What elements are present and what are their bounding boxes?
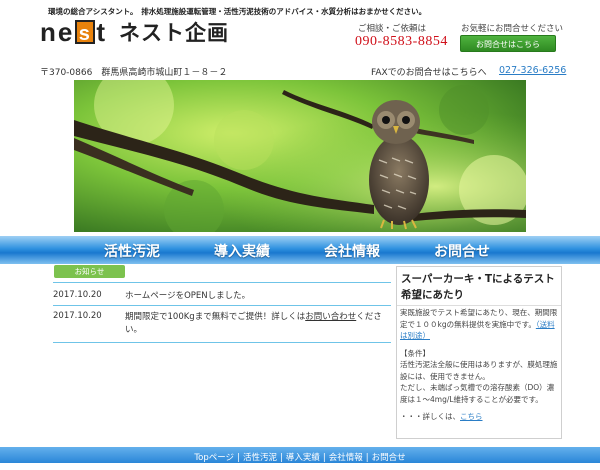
tagline: 環境の総合アシスタント。 排水処理施設運転管理・活性汚泥技術のアドバイス・水質分…: [48, 7, 427, 16]
hero-owl-image: [74, 80, 526, 232]
news-date: 2017.10.20: [53, 311, 102, 321]
fax-number-link[interactable]: 027-326-6256: [499, 65, 566, 76]
news-item: 2017.10.20 期間限定で100Kgまで無料でご提供！詳しくはお問い合わせ…: [53, 311, 391, 339]
nav-item-results[interactable]: 導入実績: [214, 241, 270, 261]
sidebar-more-link[interactable]: こちら: [460, 412, 483, 421]
news-date: 2017.10.20: [53, 290, 102, 300]
casual-inquiry-label: お気軽にお問合せください: [461, 24, 564, 34]
news-text-before: 期間限定で100Kgまで無料でご提供！詳しくは: [125, 312, 306, 322]
news-text: 期間限定で100Kgまで無料でご提供！詳しくはお問い合わせください。: [125, 311, 387, 337]
sidebar-divider: [397, 305, 561, 306]
news-divider: [53, 282, 391, 283]
sidebar-title: スーパーカーキ・Tによるテスト希望にあたり: [401, 273, 555, 301]
sidebar-condition-2: ただし、未端ばっ気槽での溶存酸素（DO）濃度は１～4mg/L維持することが必要で…: [400, 383, 555, 404]
nav-item-company[interactable]: 会社情報: [324, 241, 380, 261]
footer-link-top[interactable]: Topページ: [191, 453, 237, 463]
logo-en-part2: t: [96, 16, 108, 47]
news-divider: [53, 342, 391, 343]
contact-label: ご相談・ご依頼は: [358, 24, 427, 34]
phone-number[interactable]: 090-8583-8854: [355, 34, 448, 50]
news-badge: お知らせ: [54, 265, 125, 278]
owl-on-branch-photo: [74, 80, 526, 232]
site-logo[interactable]: ne s t ネスト企画: [40, 17, 230, 48]
logo-wordmark: ne s t: [40, 17, 107, 48]
main-nav-bar: [0, 236, 600, 264]
news-contact-link[interactable]: お問い合わせ: [305, 312, 356, 322]
footer-link-activated-sludge[interactable]: 活性汚泥: [240, 453, 280, 463]
sidebar-condition-1: 活性汚泥法全般に使用はありますが、膜処理施設には、使用できません。: [400, 360, 558, 381]
logo-company-name: ネスト企画: [119, 21, 230, 45]
nav-item-activated-sludge[interactable]: 活性汚泥: [104, 241, 160, 261]
logo-s-box: s: [75, 20, 96, 45]
inquiry-button[interactable]: お問合せはこちら: [460, 35, 556, 52]
news-item: 2017.10.20 ホームページをOPENしました。: [53, 290, 391, 304]
logo-en-part1: ne: [40, 16, 75, 47]
fax-label: FAXでのお問合せはこちらへ: [371, 68, 487, 78]
sidebar-paragraph: 実既施設でテスト希望にあたり、現在、期間限定で１００kgの無料提供を実施中です。…: [400, 308, 558, 340]
footer-link-results[interactable]: 導入実績: [283, 453, 323, 463]
news-text: ホームページをOPENしました。: [125, 291, 251, 301]
sidebar-body: 実既施設でテスト希望にあたり、現在、期間限定で１００kgの無料提供を実施中です。…: [400, 307, 558, 423]
footer-link-contact[interactable]: お問合せ: [369, 453, 409, 463]
sidebar-more: ・・・詳しくは、こちら: [400, 412, 483, 421]
footer-nav: Topページ | 活性汚泥 | 導入実績 | 会社情報 | お問合せ: [0, 451, 600, 463]
sidebar-box: スーパーカーキ・Tによるテスト希望にあたり 実既施設でテスト希望にあたり、現在、…: [396, 266, 562, 439]
footer-link-company[interactable]: 会社情報: [326, 453, 366, 463]
sidebar-conditions-title: 【条件】: [400, 348, 430, 358]
nav-item-contact[interactable]: お問合せ: [434, 241, 490, 261]
news-divider: [53, 305, 391, 306]
address: 〒370-0866 群馬県高崎市城山町１－８－２: [40, 68, 228, 78]
